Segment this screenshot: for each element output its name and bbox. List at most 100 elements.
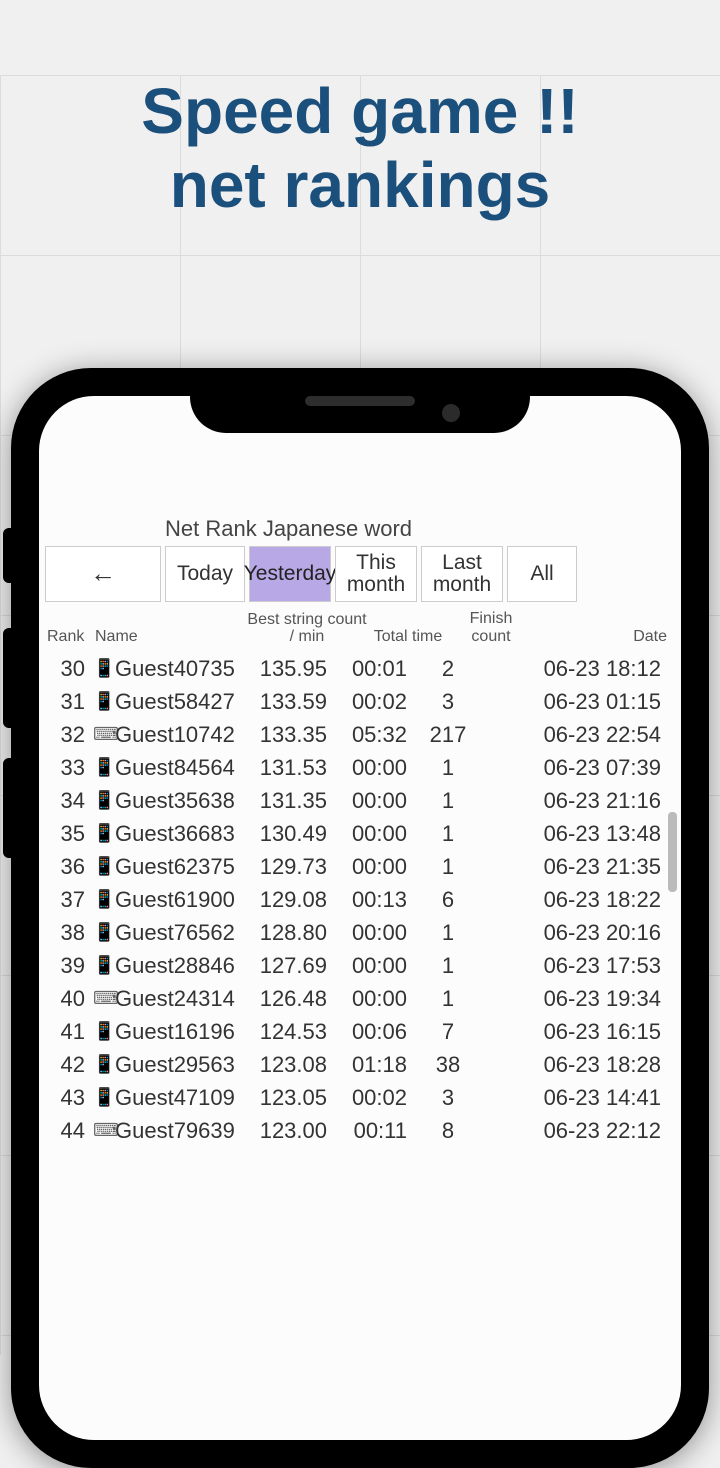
promo-line-2: net rankings xyxy=(0,149,720,223)
cell-best: 129.73 xyxy=(247,854,337,880)
cell-finish-count: 1 xyxy=(413,788,483,814)
cell-finish-count: 38 xyxy=(413,1052,483,1078)
cell-rank: 44 xyxy=(47,1118,93,1144)
cell-best: 123.08 xyxy=(247,1052,337,1078)
cell-date: 06-23 21:16 xyxy=(483,788,673,814)
cell-total-time: 00:02 xyxy=(337,1085,413,1111)
cell-name: Guest35638 xyxy=(115,788,247,814)
cell-total-time: 00:02 xyxy=(337,689,413,715)
table-row[interactable]: 39📱Guest28846127.6900:00106-23 17:53 xyxy=(43,949,677,982)
scrollbar-thumb[interactable] xyxy=(668,812,677,892)
cell-date: 06-23 18:28 xyxy=(483,1052,673,1078)
cell-name: Guest58427 xyxy=(115,689,247,715)
cell-total-time: 00:13 xyxy=(337,887,413,913)
cell-name: Guest76562 xyxy=(115,920,247,946)
cell-date: 06-23 22:12 xyxy=(483,1118,673,1144)
cell-name: Guest47109 xyxy=(115,1085,247,1111)
phone-icon: 📱 xyxy=(93,1054,115,1075)
cell-date: 06-23 07:39 xyxy=(483,755,673,781)
cell-date: 06-23 18:22 xyxy=(483,887,673,913)
phone-icon: 📱 xyxy=(93,889,115,910)
cell-best: 128.80 xyxy=(247,920,337,946)
cell-best: 123.00 xyxy=(247,1118,337,1144)
cell-name: Guest24314 xyxy=(115,986,247,1012)
phone-icon: 📱 xyxy=(93,1021,115,1042)
table-row[interactable]: 35📱Guest36683130.4900:00106-23 13:48 xyxy=(43,817,677,850)
cell-finish-count: 1 xyxy=(413,920,483,946)
cell-name: Guest79639 xyxy=(115,1118,247,1144)
header-best: Best string count / min xyxy=(247,612,367,646)
cell-total-time: 00:01 xyxy=(337,656,413,682)
tab-today[interactable]: Today xyxy=(165,546,245,602)
ranking-table[interactable]: 30📱Guest40735135.9500:01206-23 18:1231📱G… xyxy=(43,652,677,1147)
cell-rank: 30 xyxy=(47,656,93,682)
table-row[interactable]: 38📱Guest76562128.8000:00106-23 20:16 xyxy=(43,916,677,949)
table-row[interactable]: 41📱Guest16196124.5300:06706-23 16:15 xyxy=(43,1015,677,1048)
table-row[interactable]: 43📱Guest47109123.0500:02306-23 14:41 xyxy=(43,1081,677,1114)
keyboard-icon: ⌨ xyxy=(93,1120,115,1141)
cell-date: 06-23 18:12 xyxy=(483,656,673,682)
table-row[interactable]: 31📱Guest58427133.5900:02306-23 01:15 xyxy=(43,685,677,718)
tab-last-month[interactable]: Last month xyxy=(421,546,503,602)
promo-line-1: Speed game !! xyxy=(0,75,720,149)
table-row[interactable]: 44⌨Guest79639123.0000:11806-23 22:12 xyxy=(43,1114,677,1147)
cell-rank: 38 xyxy=(47,920,93,946)
cell-finish-count: 1 xyxy=(413,755,483,781)
cell-rank: 39 xyxy=(47,953,93,979)
cell-total-time: 00:00 xyxy=(337,920,413,946)
table-row[interactable]: 42📱Guest29563123.0801:183806-23 18:28 xyxy=(43,1048,677,1081)
phone-side-button xyxy=(3,758,11,858)
cell-name: Guest28846 xyxy=(115,953,247,979)
tab-all[interactable]: All xyxy=(507,546,577,602)
cell-finish-count: 1 xyxy=(413,854,483,880)
table-row[interactable]: 33📱Guest84564131.5300:00106-23 07:39 xyxy=(43,751,677,784)
phone-frame: Net Rank Japanese word ← Today Yesterday… xyxy=(11,368,709,1468)
back-button[interactable]: ← xyxy=(45,546,161,602)
phone-icon: 📱 xyxy=(93,691,115,712)
tab-this-month[interactable]: This month xyxy=(335,546,417,602)
cell-finish-count: 1 xyxy=(413,821,483,847)
header-rank: Rank xyxy=(47,628,95,646)
table-row[interactable]: 32⌨Guest10742133.3505:3221706-23 22:54 xyxy=(43,718,677,751)
cell-name: Guest10742 xyxy=(115,722,247,748)
table-row[interactable]: 36📱Guest62375129.7300:00106-23 21:35 xyxy=(43,850,677,883)
cell-total-time: 00:00 xyxy=(337,755,413,781)
cell-name: Guest61900 xyxy=(115,887,247,913)
cell-rank: 33 xyxy=(47,755,93,781)
phone-icon: 📱 xyxy=(93,856,115,877)
cell-date: 06-23 17:53 xyxy=(483,953,673,979)
phone-side-button xyxy=(3,628,11,728)
phone-icon: 📱 xyxy=(93,823,115,844)
cell-rank: 34 xyxy=(47,788,93,814)
cell-date: 06-23 13:48 xyxy=(483,821,673,847)
cell-name: Guest36683 xyxy=(115,821,247,847)
cell-date: 06-23 21:35 xyxy=(483,854,673,880)
cell-total-time: 00:00 xyxy=(337,821,413,847)
cell-name: Guest16196 xyxy=(115,1019,247,1045)
header-total: Total time xyxy=(367,628,449,646)
toolbar: ← Today Yesterday This month Last month … xyxy=(43,546,677,608)
table-row[interactable]: 37📱Guest61900129.0800:13606-23 18:22 xyxy=(43,883,677,916)
cell-finish-count: 2 xyxy=(413,656,483,682)
tab-yesterday[interactable]: Yesterday xyxy=(249,546,331,602)
cell-total-time: 00:00 xyxy=(337,854,413,880)
phone-icon: 📱 xyxy=(93,757,115,778)
phone-screen: Net Rank Japanese word ← Today Yesterday… xyxy=(39,396,681,1440)
tab-label: Last month xyxy=(432,552,492,596)
cell-best: 135.95 xyxy=(247,656,337,682)
cell-rank: 43 xyxy=(47,1085,93,1111)
cell-total-time: 00:11 xyxy=(337,1118,413,1144)
header-finish: Finish count xyxy=(449,610,533,646)
promo-title: Speed game !! net rankings xyxy=(0,75,720,222)
table-row[interactable]: 30📱Guest40735135.9500:01206-23 18:12 xyxy=(43,652,677,685)
tab-label: Today xyxy=(177,563,233,585)
table-row[interactable]: 34📱Guest35638131.3500:00106-23 21:16 xyxy=(43,784,677,817)
tab-label: Yesterday xyxy=(244,563,337,585)
cell-best: 133.35 xyxy=(247,722,337,748)
speaker-icon xyxy=(305,396,415,406)
cell-finish-count: 3 xyxy=(413,1085,483,1111)
table-row[interactable]: 40⌨Guest24314126.4800:00106-23 19:34 xyxy=(43,982,677,1015)
cell-name: Guest29563 xyxy=(115,1052,247,1078)
cell-date: 06-23 14:41 xyxy=(483,1085,673,1111)
cell-best: 131.35 xyxy=(247,788,337,814)
